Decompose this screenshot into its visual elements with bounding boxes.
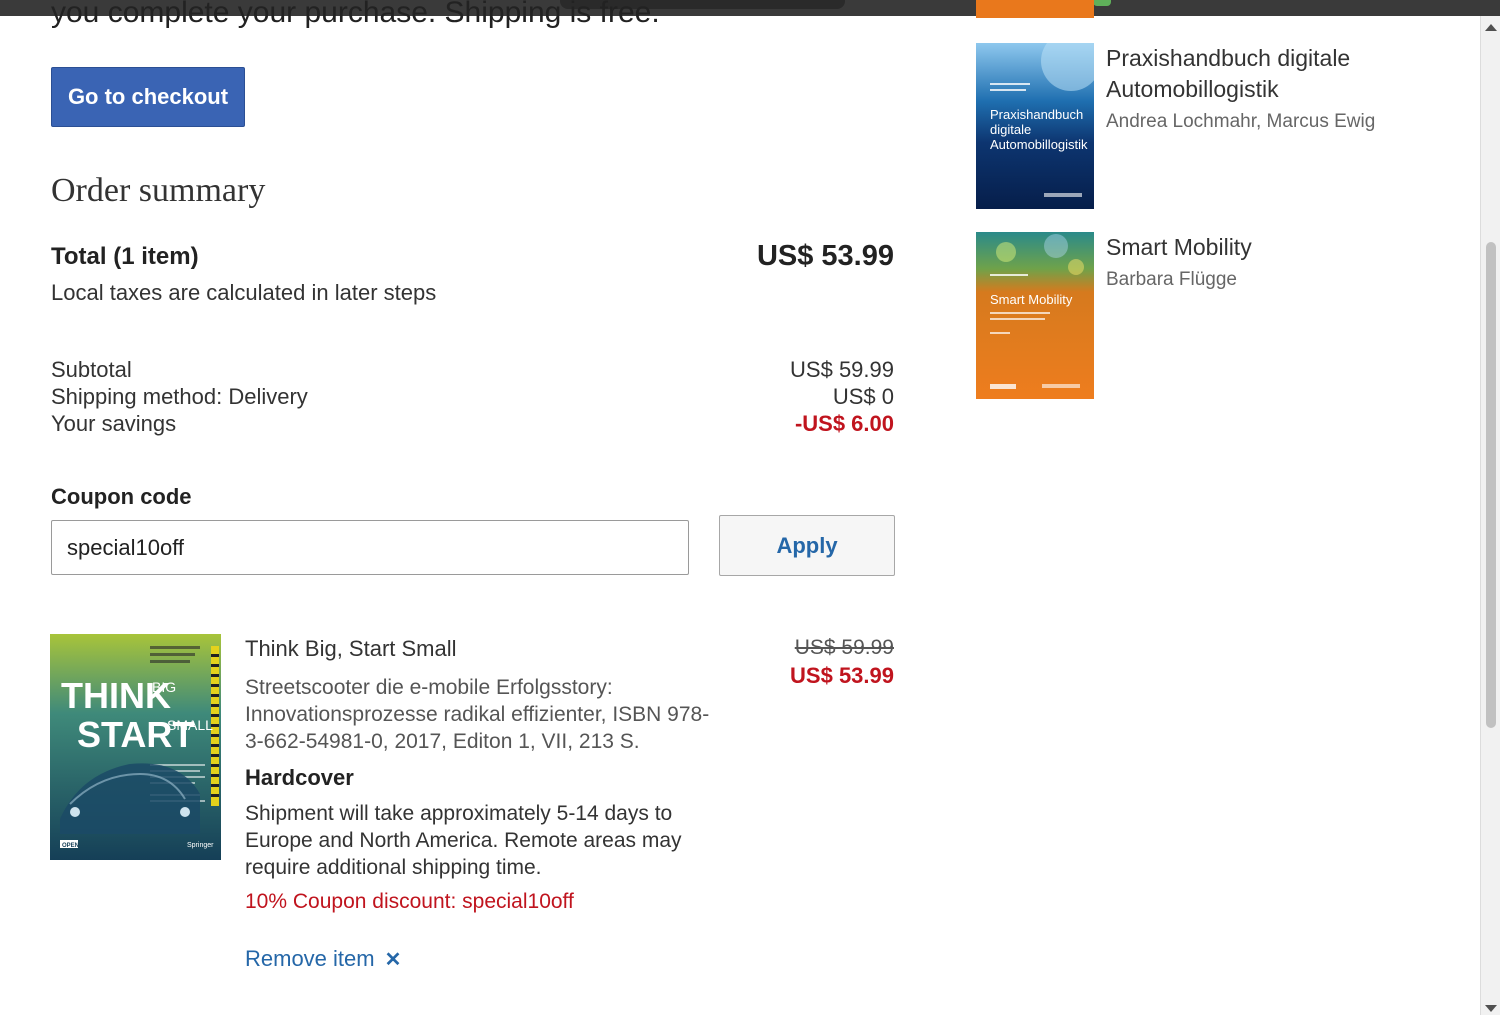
- savings-value: -US$ 6.00: [794, 411, 894, 436]
- page-scrollbar[interactable]: [1480, 16, 1500, 1015]
- cover-small-text: SMALL: [167, 717, 213, 733]
- cover-open-badge: OPEN: [62, 843, 79, 849]
- remove-item-label: Remove item: [245, 946, 375, 971]
- extension-badge-icon: [1093, 0, 1111, 6]
- savings-label: Your savings: [51, 411, 177, 436]
- shipping-method-value: US$ 0: [832, 384, 894, 409]
- apply-coupon-button[interactable]: Apply: [719, 515, 895, 576]
- praxis-cover-line2: digitale: [990, 122, 1031, 137]
- total-label: Total (1 item): [51, 243, 199, 270]
- go-to-checkout-button[interactable]: Go to checkout: [51, 67, 245, 127]
- scrollbar-thumb[interactable]: [1486, 242, 1496, 728]
- total-value: US$ 53.99: [756, 240, 894, 272]
- cart-item-format: Hardcover: [245, 765, 354, 790]
- cart-item-coupon-note: 10% Coupon discount: special10off: [245, 890, 574, 913]
- praxis-cover-line1: Praxishandbuch: [990, 107, 1083, 122]
- close-icon: ✕: [384, 948, 402, 971]
- recommendation-authors-smart-mobility: Barbara Flügge: [1106, 269, 1237, 290]
- order-summary-title: Order summary: [51, 172, 266, 209]
- scroll-down-arrow-icon[interactable]: [1485, 1005, 1497, 1012]
- tax-note: Local taxes are calculated in later step…: [51, 280, 437, 305]
- previous-recommendation-cover-edge: [976, 0, 1094, 18]
- cart-item-description: Streetscooter die e-mobile Erfolgsstory:…: [245, 676, 710, 753]
- recommendation-authors-praxishandbuch: Andrea Lochmahr, Marcus Ewig: [1106, 111, 1376, 132]
- praxis-cover-line3: Automobillogistik: [990, 137, 1088, 152]
- subtotal-label: Subtotal: [51, 357, 132, 382]
- shipping-method-label: Shipping method: Delivery: [51, 384, 308, 409]
- coupon-code-input[interactable]: [51, 520, 689, 575]
- praxishandbuch-cover-image[interactable]: Praxishandbuch digitale Automobillogisti…: [976, 43, 1094, 209]
- remove-item-link[interactable]: Remove item ✕: [245, 946, 401, 972]
- cart-item-original-price: US$ 59.99: [794, 636, 894, 659]
- shipping-intro-text: you complete your purchase. Shipping is …: [51, 0, 660, 29]
- cover-publisher: Springer: [187, 842, 214, 849]
- cover-big-text: BIG: [152, 679, 176, 695]
- think-big-start-small-cover-image[interactable]: THINK BIG START SMALL OPEN Springer: [50, 634, 221, 860]
- scroll-up-arrow-icon[interactable]: [1485, 24, 1497, 31]
- smart-mobility-cover-title: Smart Mobility: [990, 292, 1073, 307]
- recommendation-title-smart-mobility[interactable]: Smart Mobility: [1106, 232, 1406, 263]
- cart-item-title[interactable]: Think Big, Start Small: [245, 636, 457, 662]
- cart-item-shipping-note: Shipment will take approximately 5-14 da…: [245, 802, 682, 879]
- smart-mobility-cover-image[interactable]: Smart Mobility: [976, 232, 1094, 399]
- cart-item-discounted-price: US$ 53.99: [790, 663, 894, 688]
- recommendation-title-praxishandbuch[interactable]: Praxishandbuch digitale Automobillogisti…: [1106, 43, 1406, 105]
- coupon-code-label: Coupon code: [51, 484, 192, 509]
- subtotal-value: US$ 59.99: [790, 357, 894, 382]
